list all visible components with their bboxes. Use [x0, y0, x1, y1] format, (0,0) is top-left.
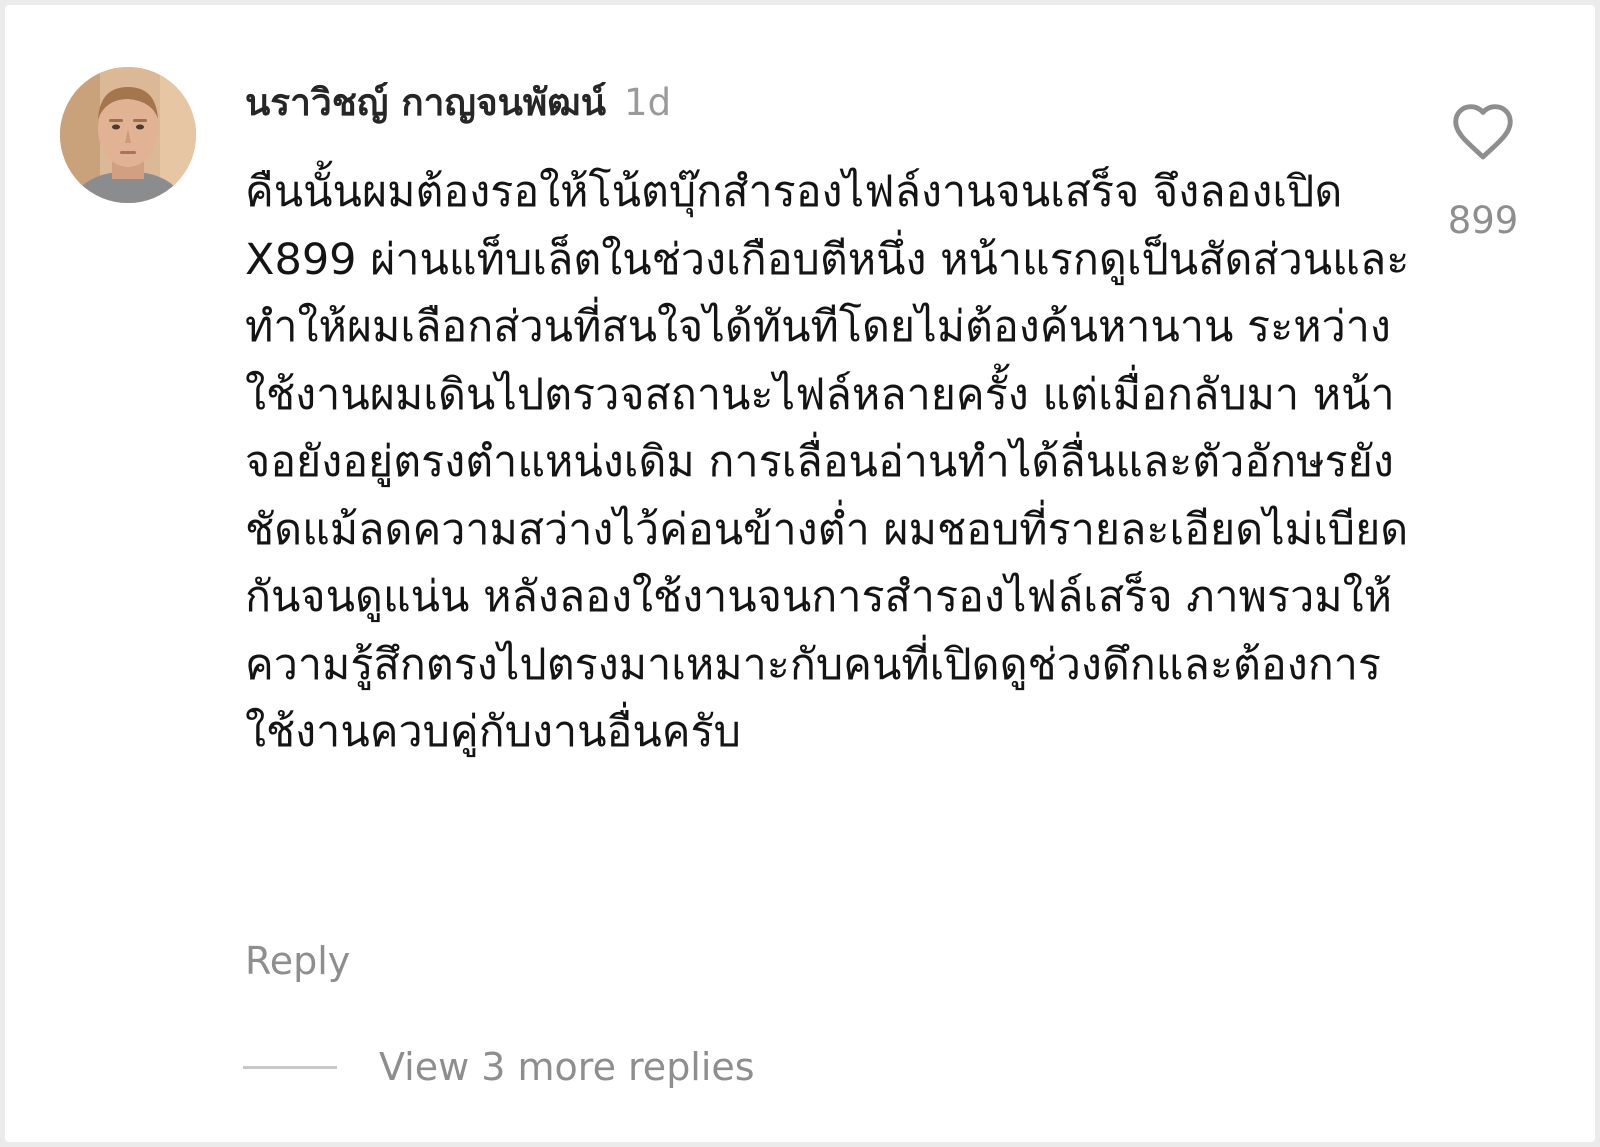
like-count: 899 [1447, 199, 1519, 242]
user-avatar[interactable] [60, 67, 196, 203]
comment-card: นราวิชญ์ กาญจนพัฒน์ 1d คืนนั้นผมต้องรอให้… [5, 5, 1595, 1142]
replies-divider-line [243, 1065, 337, 1069]
like-button[interactable] [1449, 101, 1517, 161]
view-replies-label: View 3 more replies [379, 1045, 755, 1089]
comment-time: 1d [624, 81, 672, 124]
username[interactable]: นราวิชญ์ กาญจนพัฒน์ [245, 81, 606, 124]
comment-header: นราวิชญ์ กาญจนพัฒน์ 1d [245, 77, 671, 136]
reply-button[interactable]: Reply [245, 939, 350, 983]
comment-body: คืนนั้นผมต้องรอให้โน้ตบุ๊กสำรองไฟล์งานจน… [245, 167, 1410, 757]
view-more-replies-button[interactable]: View 3 more replies [243, 1045, 755, 1089]
avatar-photo-icon [60, 67, 196, 203]
heart-outline-icon [1453, 104, 1513, 160]
